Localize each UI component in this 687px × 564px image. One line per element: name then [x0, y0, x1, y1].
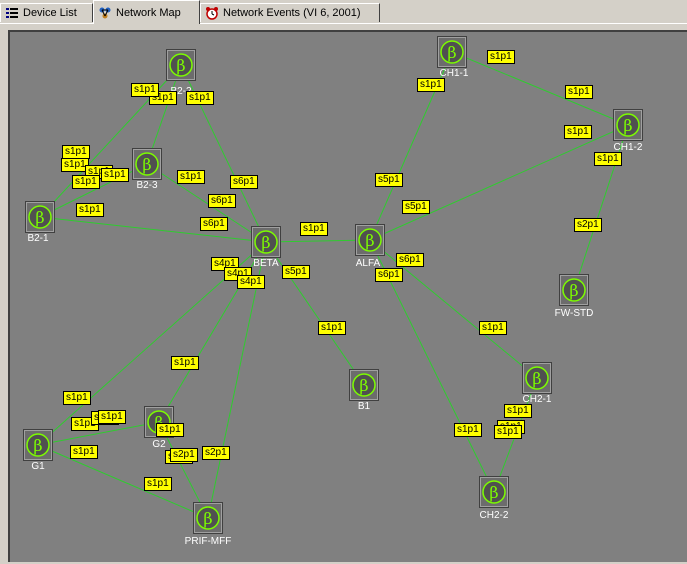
port-label[interactable]: s2p1	[574, 218, 602, 232]
port-label[interactable]: s6p1	[375, 268, 403, 282]
port-label[interactable]: s1p1	[144, 477, 172, 491]
port-label[interactable]: s1p1	[417, 78, 445, 92]
svg-text:β: β	[623, 116, 632, 135]
device-node-label: FW-STD	[554, 308, 594, 319]
port-label[interactable]: s1p1	[70, 445, 98, 459]
svg-text:β: β	[35, 208, 44, 227]
svg-text:β: β	[532, 369, 541, 388]
svg-text:β: β	[489, 483, 498, 502]
port-label[interactable]: s5p1	[282, 265, 310, 279]
port-label[interactable]: s1p1	[487, 50, 515, 64]
svg-text:β: β	[203, 509, 212, 528]
port-label[interactable]: s1p1	[177, 170, 205, 184]
port-label[interactable]: s6p1	[396, 253, 424, 267]
network-map-canvas[interactable]: β B2-2 β B2-3 β B2-1 β BETA β ALFA β CH1-1 β CH1-2 β FW…	[8, 30, 687, 562]
svg-text:β: β	[176, 56, 185, 75]
port-label[interactable]: s1p1	[494, 425, 522, 439]
device-node-icon[interactable]: β	[349, 369, 379, 401]
port-label[interactable]: s1p1	[186, 91, 214, 105]
tab-device-list[interactable]: Device List	[0, 3, 93, 22]
port-label[interactable]: s1p1	[504, 404, 532, 418]
port-label[interactable]: s4p1	[237, 275, 265, 289]
tab-network-events[interactable]: Network Events (VI 6, 2001)	[200, 3, 380, 22]
device-node-label: PRIF-MFF	[184, 536, 232, 547]
device-node-icon[interactable]: β	[23, 429, 53, 461]
svg-text:β: β	[142, 155, 151, 174]
tab-network-map[interactable]: Network Map	[93, 0, 200, 24]
port-label[interactable]: s5p1	[375, 173, 403, 187]
port-label[interactable]: s1p1	[454, 423, 482, 437]
svg-text:β: β	[365, 231, 374, 250]
tab-label: Network Map	[116, 6, 181, 19]
device-node-label: B2-1	[27, 233, 49, 244]
device-node-icon[interactable]: β	[559, 274, 589, 306]
port-label[interactable]: s1p1	[72, 175, 100, 189]
device-node-icon[interactable]: β	[479, 476, 509, 508]
device-node-icon[interactable]: β	[522, 362, 552, 394]
device-node-label: G2	[152, 439, 166, 450]
device-node-icon[interactable]: β	[613, 109, 643, 141]
port-label[interactable]: s6p1	[208, 194, 236, 208]
device-node-icon[interactable]: β	[437, 36, 467, 68]
device-node-icon[interactable]: β	[355, 224, 385, 256]
port-label[interactable]: s1p1	[156, 423, 184, 437]
port-label[interactable]: s1p1	[594, 152, 622, 166]
port-label[interactable]: s1p1	[171, 356, 199, 370]
device-node-label: BETA	[253, 258, 279, 269]
port-label[interactable]: s1p1	[101, 168, 129, 182]
device-node-icon[interactable]: β	[132, 148, 162, 180]
device-node-label: B1	[357, 401, 371, 412]
network-link	[39, 216, 267, 243]
list-icon	[6, 8, 18, 18]
port-label[interactable]: s5p1	[402, 200, 430, 214]
svg-text:β: β	[33, 436, 42, 455]
port-label[interactable]: s1p1	[98, 410, 126, 424]
port-label[interactable]: s1p1	[318, 321, 346, 335]
device-node-label: CH2-2	[479, 510, 509, 521]
port-label[interactable]: s1p1	[62, 145, 90, 159]
tab-label: Network Events (VI 6, 2001)	[223, 7, 361, 19]
device-node-label: G1	[31, 461, 45, 472]
port-label[interactable]: s1p1	[565, 85, 593, 99]
device-node-icon[interactable]: β	[251, 226, 281, 258]
network-link	[265, 241, 365, 386]
device-node-label: B2-3	[136, 180, 158, 191]
device-node-icon[interactable]: β	[25, 201, 55, 233]
svg-text:β: β	[569, 281, 578, 300]
tab-label: Device List	[23, 7, 77, 19]
tab-bar: Device List Network Map Network Events (…	[0, 0, 687, 24]
network-map-icon	[99, 7, 111, 18]
port-label[interactable]: s6p1	[230, 175, 258, 189]
port-label[interactable]: s1p1	[479, 321, 507, 335]
port-label[interactable]: s6p1	[200, 217, 228, 231]
network-link	[451, 51, 629, 126]
port-label[interactable]: s2p1	[202, 446, 230, 460]
device-node-icon[interactable]: β	[193, 502, 223, 534]
alarm-clock-icon	[206, 7, 218, 20]
port-label[interactable]: s1p1	[131, 83, 159, 97]
device-node-icon[interactable]: β	[166, 49, 196, 81]
network-link	[39, 64, 182, 218]
svg-text:β: β	[261, 233, 270, 252]
svg-text:β: β	[359, 376, 368, 395]
port-label[interactable]: s1p1	[300, 222, 328, 236]
port-label[interactable]: s1p1	[76, 203, 104, 217]
port-label[interactable]: s2p1	[170, 448, 198, 462]
port-label[interactable]: s1p1	[564, 125, 592, 139]
port-label[interactable]: s1p1	[63, 391, 91, 405]
svg-text:β: β	[447, 43, 456, 62]
